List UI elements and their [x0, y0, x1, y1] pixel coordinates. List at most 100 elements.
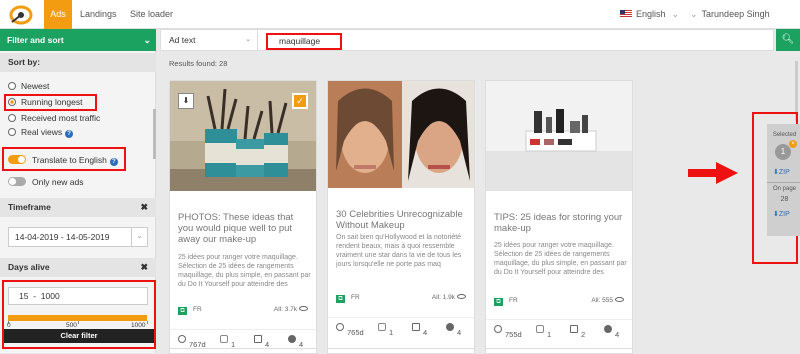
copy-icon[interactable]: ⧉: [178, 307, 187, 315]
ad-meta: ⧉ FR All: 1.9k: [336, 294, 466, 304]
clock-icon: [336, 323, 344, 331]
all-views: All: 3.7k: [273, 306, 297, 313]
tab-landings[interactable]: Landings: [72, 0, 125, 29]
slider-label-min: 0: [7, 322, 11, 329]
download-zip-page[interactable]: ⬇ZIP: [773, 210, 790, 218]
radio-icon: [8, 114, 16, 122]
tab-ads[interactable]: Ads: [44, 0, 72, 29]
language-selector[interactable]: English ⌄: [620, 0, 679, 29]
divider: [767, 182, 800, 183]
help-icon[interactable]: ?: [109, 158, 118, 166]
close-icon[interactable]: ✖: [140, 198, 148, 217]
copy-icon[interactable]: ⧉: [336, 295, 345, 303]
ad-thumbnail[interactable]: ⬇ ✓: [170, 81, 316, 191]
ad-title[interactable]: TIPS: 25 ideas for storing your make-up: [494, 212, 626, 234]
checkbox-checked-icon[interactable]: ✓: [292, 93, 308, 109]
sidebar-scrollbar[interactable]: [153, 109, 156, 159]
selected-count-badge: 1: [775, 144, 791, 160]
ad-card[interactable]: TIPS: 25 ideas for storing your make-up …: [485, 80, 633, 353]
monitor-icon: [412, 323, 420, 331]
close-icon[interactable]: ×: [789, 140, 797, 148]
copy-icon[interactable]: ⧉: [494, 298, 503, 306]
chevron-down-icon: ⌄: [143, 35, 151, 45]
clock-icon: [178, 335, 186, 343]
monitor-icon: [570, 325, 578, 333]
top-navbar: Ads Landings Site loader English ⌄ ⌄ Tarun…: [0, 0, 800, 29]
tab-site-loader[interactable]: Site loader: [122, 0, 181, 29]
eye-icon: [299, 306, 308, 311]
days-alive-header: Days alive ✖: [0, 258, 156, 277]
download-icon[interactable]: ⬇: [178, 93, 194, 109]
ad-type-select[interactable]: Ad text ⌄: [160, 29, 258, 51]
ad-title[interactable]: PHOTOS: These ideas that you would pique…: [178, 212, 310, 245]
on-page-label: On page: [772, 186, 797, 192]
slider-tick: [147, 321, 148, 324]
help-icon[interactable]: ?: [65, 130, 74, 138]
ad-meta: ⧉ FR All: 3.7k: [178, 306, 308, 316]
user-name: Tarundeep Singh: [701, 9, 770, 19]
ad-type-value: Ad text: [169, 35, 196, 45]
download-zip-selected[interactable]: ⬇ZIP: [773, 168, 790, 176]
user-menu[interactable]: ⌄ Tarundeep Singh: [690, 0, 770, 29]
ad-card-partial[interactable]: [485, 348, 633, 354]
clock-icon: [494, 325, 502, 333]
sort-option-label: Real views: [21, 127, 63, 137]
sort-option-newest[interactable]: Newest: [8, 81, 49, 92]
translate-toggle-row[interactable]: Translate to English?: [8, 155, 118, 166]
search-icon: 🔍︎: [781, 34, 795, 45]
search-bar: maquillage: [258, 29, 774, 51]
ad-card[interactable]: 30 Celebrities Unrecognizable Without Ma…: [327, 80, 475, 353]
date-range-value: 14-04-2019 - 14-05-2019: [15, 232, 110, 242]
search-button[interactable]: 🔍︎: [776, 29, 800, 51]
days-running: 755d: [505, 330, 522, 339]
red-arrow-annotation: [688, 162, 738, 184]
zip-label: ZIP: [778, 169, 790, 176]
celebrity-faces-image: [328, 81, 474, 188]
logo-icon[interactable]: [9, 4, 33, 26]
country-label: FR: [509, 297, 518, 304]
ad-stats: 765d 1 4 4: [328, 317, 474, 337]
sort-by-title: Sort by:: [8, 57, 41, 67]
makeup-shelf-image: [486, 81, 632, 191]
chevron-down-icon: ⌄: [690, 9, 698, 19]
new-ads-toggle-row[interactable]: Only new ads: [8, 177, 84, 188]
sort-by-header: Sort by:: [0, 53, 156, 72]
ad-card[interactable]: ⬇ ✓ PHOTOS: These ideas that you would p…: [169, 80, 317, 353]
filter-and-sort-header[interactable]: Filter and sort ⌄: [0, 29, 156, 51]
sort-option-label: Received most traffic: [21, 113, 101, 123]
sort-option-label: Newest: [21, 81, 50, 91]
eye-icon: [615, 297, 624, 302]
days-alive-title: Days alive: [8, 262, 50, 272]
radio-icon: [8, 128, 16, 136]
ad-title[interactable]: 30 Celebrities Unrecognizable Without Ma…: [336, 209, 468, 231]
ad-description: 25 idées pour ranger votre maquillage. S…: [494, 242, 627, 276]
globe-icon: [288, 335, 296, 343]
on-page-count: 28: [780, 196, 789, 203]
ad-meta: ⧉ FR All: 555: [494, 297, 624, 307]
ad-thumbnail[interactable]: [486, 81, 632, 191]
toggle-switch-off[interactable]: [8, 177, 26, 186]
days-max-value: 1000: [40, 291, 60, 301]
radio-icon: [8, 82, 16, 90]
sort-option-real-views[interactable]: Real views?: [8, 127, 74, 138]
date-range-input[interactable]: 14-04-2019 - 14-05-2019 ⌄: [8, 227, 148, 247]
ad-stats: 755d 1 2 4: [486, 319, 632, 339]
all-views: All: 555: [591, 297, 613, 304]
eye-icon: [457, 294, 466, 299]
ad-card-partial[interactable]: [327, 348, 475, 354]
toggle-switch-on[interactable]: [8, 155, 26, 164]
search-input[interactable]: maquillage: [266, 33, 342, 50]
days-range-input[interactable]: 15 - 1000: [8, 287, 148, 305]
slider-label-mid: 500: [66, 322, 77, 329]
ad-thumbnail[interactable]: [328, 81, 474, 188]
dropdown-arrow-icon: ⌄: [245, 36, 251, 43]
variants-count: 1: [547, 330, 552, 339]
country-label: FR: [193, 306, 202, 313]
close-icon[interactable]: ✖: [140, 258, 148, 277]
ad-description: 25 idées pour ranger votre maquillage. S…: [178, 254, 311, 288]
clear-filter-button[interactable]: Clear filter: [4, 329, 154, 343]
selection-panel: Selected 1 × ⬇ZIP On page 28 ⬇ZIP: [767, 124, 800, 236]
hexagon-icon: [378, 323, 386, 331]
ad-card-partial[interactable]: [169, 348, 317, 354]
sort-option-most-traffic[interactable]: Received most traffic: [8, 113, 100, 124]
